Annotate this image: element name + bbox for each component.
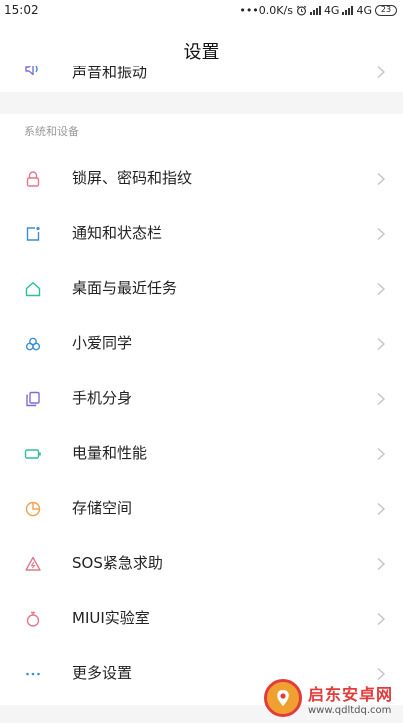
settings-item-label: 小爱同学 <box>72 334 133 352</box>
battery-icon <box>24 445 42 463</box>
settings-item-notifications[interactable]: 通知和状态栏 <box>0 206 403 261</box>
settings-list: 锁屏、密码和指纹 通知和状态栏 桌面与最近任务 小爱同学 手机分身 电量和性能 … <box>0 151 403 701</box>
settings-item-sound[interactable]: 声音和振动 <box>0 66 403 92</box>
settings-item-label: 电量和性能 <box>72 444 148 462</box>
alarm-icon <box>296 5 307 15</box>
speaker-icon <box>25 66 38 76</box>
home-icon <box>24 280 42 298</box>
network-type-1: 4G <box>323 3 340 17</box>
network-type-2: 4G <box>356 3 372 17</box>
battery-icon: 23 <box>375 4 397 16</box>
section-header-system: 系统和设备 <box>24 125 79 138</box>
settings-item-miui-lab[interactable]: MIUI实验室 <box>0 591 403 646</box>
settings-screen: 15:02 •••0.0K/s 4G 4G 23 设置 声音和振动 系统和设备 … <box>0 0 403 723</box>
chevron-right-icon <box>377 392 386 406</box>
chevron-right-icon <box>377 502 386 516</box>
chevron-right-icon <box>377 66 386 79</box>
signal-bars-icon-2 <box>342 5 354 15</box>
section-divider <box>0 92 403 114</box>
chevron-right-icon <box>377 227 386 241</box>
chevron-right-icon <box>377 557 386 571</box>
status-bar: 15:02 •••0.0K/s 4G 4G 23 <box>0 0 403 20</box>
settings-item-label: 锁屏、密码和指纹 <box>72 169 193 187</box>
lock-icon <box>24 170 42 188</box>
storage-icon <box>24 500 42 518</box>
watermark-logo-icon <box>263 679 302 717</box>
settings-item-label: MIUI实验室 <box>72 609 150 627</box>
sos-icon <box>24 555 42 573</box>
status-indicators: •••0.0K/s 4G 4G 23 <box>239 4 397 17</box>
settings-item-xiaoai[interactable]: 小爱同学 <box>0 316 403 371</box>
chevron-right-icon <box>377 337 386 351</box>
watermark: 启东安卓网 www.qdltdq.com <box>263 679 393 717</box>
battery-level: 23 <box>380 5 392 14</box>
notification-icon <box>24 225 42 243</box>
settings-item-storage[interactable]: 存储空间 <box>0 481 403 536</box>
chevron-right-icon <box>377 282 386 296</box>
page-title: 设置 <box>183 42 220 63</box>
settings-item-battery[interactable]: 电量和性能 <box>0 426 403 481</box>
net-speed: •••0.0K/s <box>239 3 293 17</box>
settings-item-label: 更多设置 <box>72 664 133 682</box>
settings-item-sos[interactable]: SOS紧急求助 <box>0 536 403 591</box>
chevron-right-icon <box>377 612 386 626</box>
chevron-right-icon <box>377 447 386 461</box>
settings-item-dual-space[interactable]: 手机分身 <box>0 371 403 426</box>
status-time: 15:02 <box>4 3 39 17</box>
settings-item-label: 手机分身 <box>72 389 133 407</box>
chevron-right-icon <box>377 172 386 186</box>
settings-item-lock-screen[interactable]: 锁屏、密码和指纹 <box>0 151 403 206</box>
dual-space-icon <box>24 390 42 408</box>
settings-item-label: SOS紧急求助 <box>72 554 163 572</box>
settings-item-label: 通知和状态栏 <box>72 224 163 242</box>
xiaoai-icon <box>24 335 42 353</box>
signal-bars-icon <box>309 5 321 15</box>
more-icon <box>24 665 42 683</box>
settings-item-label: 存储空间 <box>72 499 133 517</box>
settings-item-label: 桌面与最近任务 <box>72 279 178 297</box>
lab-icon <box>24 610 42 628</box>
settings-item-home-screen[interactable]: 桌面与最近任务 <box>0 261 403 316</box>
watermark-title: 启东安卓网 <box>307 684 393 704</box>
settings-item-label: 声音和振动 <box>72 66 148 81</box>
watermark-url: www.qdltdq.com <box>307 704 392 716</box>
